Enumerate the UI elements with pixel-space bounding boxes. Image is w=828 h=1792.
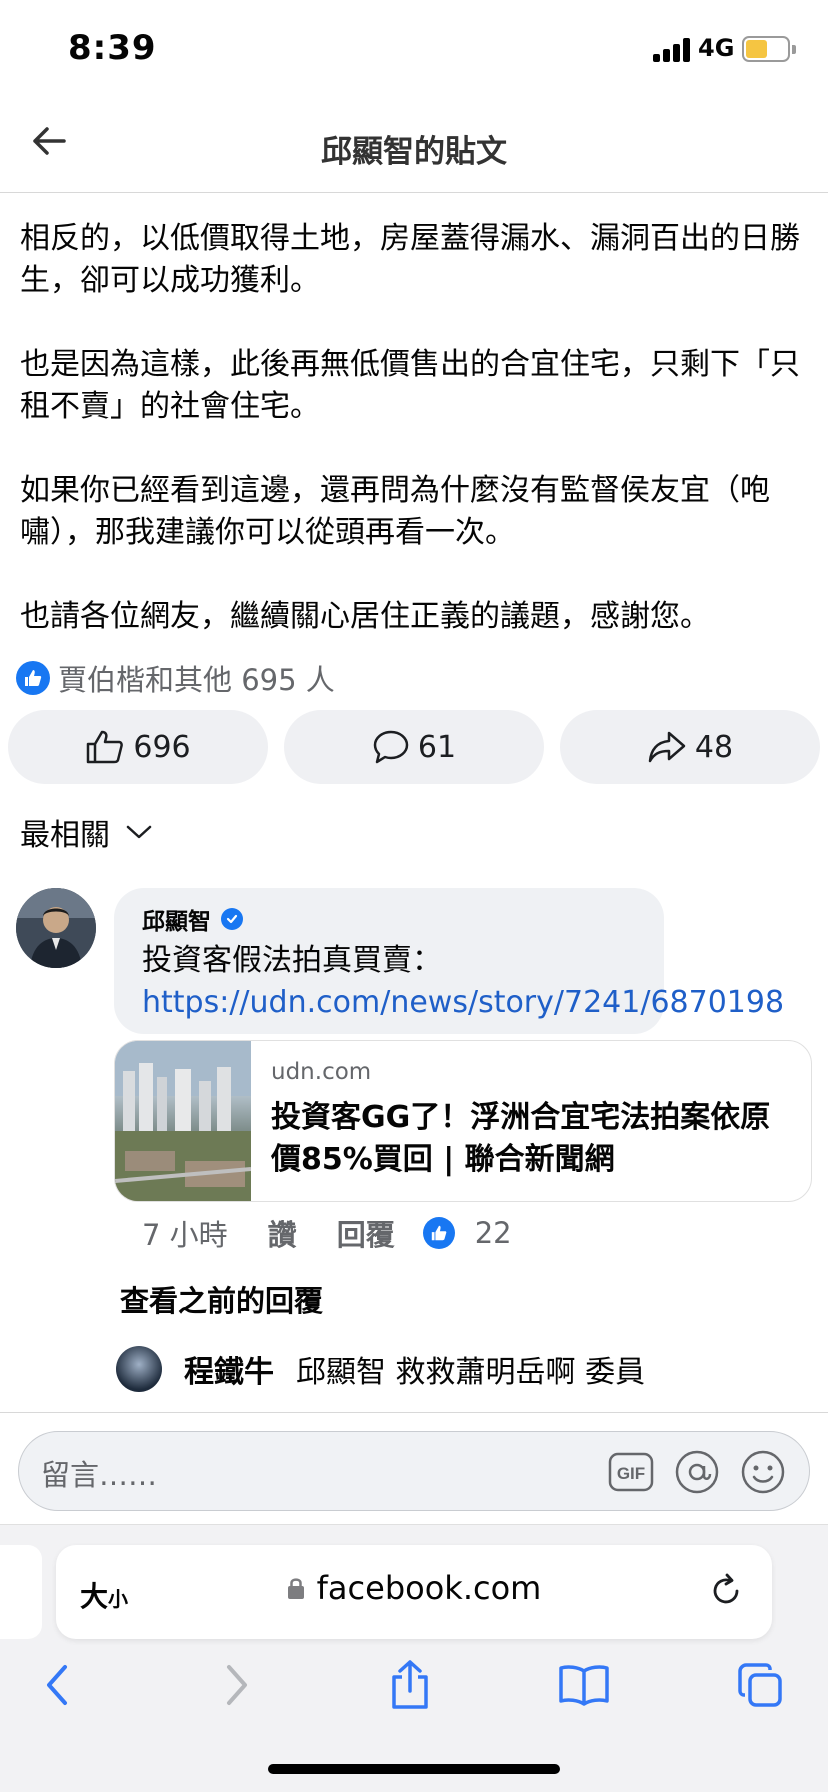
comment-reaction-count[interactable]: 22 (475, 1216, 512, 1250)
battery-fill (746, 40, 768, 58)
post-paragraph: 也請各位網友，繼續關心居住正義的議題，感謝您。 (20, 599, 710, 634)
reply-author[interactable]: 程鐵牛 (184, 1347, 274, 1391)
status-time: 8:39 (68, 28, 157, 68)
like-count: 696 (133, 729, 191, 765)
link-title: 投資客GG了！浮洲合宜宅法拍案依原價85%買回 | 聯合新聞網 (271, 1100, 771, 1177)
tabs-button[interactable] (730, 1655, 790, 1715)
comment-input-placeholder: 留言…… (41, 1458, 158, 1492)
link-thumbnail (115, 1041, 252, 1201)
reply-preview[interactable]: 程鐵牛 邱顯智 救救蕭明岳啊 委員 (116, 1346, 645, 1392)
share-button[interactable]: 48 (560, 710, 820, 784)
svg-text:GIF: GIF (617, 1464, 645, 1483)
verified-badge-icon (221, 908, 243, 930)
chevron-right-icon (227, 1665, 247, 1705)
view-previous-replies[interactable]: 查看之前的回覆 (120, 1278, 323, 1320)
comment-input[interactable]: 留言…… GIF (18, 1431, 810, 1511)
comment-button[interactable]: 61 (284, 710, 544, 784)
comment-meta: 7 小時 讚 回覆 22 (142, 1212, 512, 1254)
reply-avatar[interactable] (116, 1346, 162, 1392)
like-reaction-icon (422, 1217, 455, 1249)
sort-dropdown[interactable]: 最相關 (20, 810, 152, 854)
reactions-text: 賈伯楷和其他 695 人 (58, 663, 335, 697)
browser-forward-button[interactable] (206, 1655, 266, 1715)
link-domain: udn.com (271, 1059, 372, 1085)
comment-link[interactable]: https://udn.com/news/story/7241/6870198 (142, 985, 784, 1020)
home-indicator[interactable] (268, 1764, 560, 1774)
post-paragraph: 相反的，以低價取得土地，房屋蓋得漏水、漏洞百出的日勝生，卻可以成功獲利。 (20, 221, 800, 298)
book-icon (559, 1665, 609, 1706)
signal-icon (653, 38, 693, 62)
comment-text: 投資客假法拍真買賣： https://udn.com/news/story/724… (142, 940, 784, 1024)
comment-bubble: 邱顯智 投資客假法拍真買賣： https://udn.com/news/story… (114, 888, 784, 1034)
comment-author[interactable]: 邱顯智 (142, 902, 636, 936)
comment-like-button[interactable]: 讚 (268, 1212, 297, 1254)
gif-icon[interactable]: GIF (607, 1448, 655, 1496)
avatar[interactable] (16, 888, 96, 968)
post-paragraph: 也是因為這樣，此後再無低價售出的合宜住宅，只剩下「只租不賣」的社會住宅。 (20, 347, 800, 424)
share-sheet-button[interactable] (380, 1655, 440, 1715)
reactions-summary[interactable]: 賈伯楷和其他 695 人 (16, 658, 335, 698)
link-preview-card[interactable]: udn.com 投資客GG了！浮洲合宜宅法拍案依原價85%買回 | 聯合新聞網 (114, 1040, 812, 1202)
comment-count: 61 (417, 729, 457, 765)
comment-input-bar: 留言…… GIF (0, 1412, 828, 1524)
like-reaction-icon (16, 661, 50, 695)
tabs-icon (738, 1663, 782, 1707)
lock-icon (287, 1578, 304, 1599)
post-paragraph: 如果你已經看到這邊，還再問為什麼沒有監督侯友宜（咆嘯），那我建議你可以從頭再看一… (20, 473, 770, 550)
bookmarks-button[interactable] (554, 1655, 614, 1715)
chevron-down-icon (126, 825, 152, 839)
comment-author-name: 邱顯智 (142, 909, 211, 935)
url-text: facebook.com (316, 1569, 542, 1607)
comment-icon (373, 730, 409, 764)
thumbs-up-icon (87, 730, 124, 764)
comment-time: 7 小時 (142, 1218, 228, 1252)
page-title: 邱顯智的貼文 (321, 134, 507, 170)
status-bar: 8:39 4G (0, 0, 828, 100)
post-body: 相反的，以低價取得土地，房屋蓋得漏水、漏洞百出的日勝生，卻可以成功獲利。 也是因… (20, 218, 810, 638)
reload-button[interactable] (704, 1569, 748, 1613)
sort-label: 最相關 (20, 818, 110, 853)
emoji-icon[interactable] (739, 1448, 787, 1496)
previous-tab-peek[interactable] (0, 1545, 42, 1639)
share-icon (648, 731, 686, 763)
reply-text: 邱顯智 救救蕭明岳啊 委員 (296, 1355, 646, 1390)
share-icon (392, 1660, 428, 1709)
battery-icon (742, 36, 796, 62)
browser-back-button[interactable] (28, 1655, 88, 1715)
comment-reply-button[interactable]: 回覆 (337, 1212, 395, 1254)
url-display: facebook.com (56, 1569, 772, 1607)
share-count: 48 (694, 729, 734, 765)
comment-text-prefix: 投資客假法拍真買賣： (142, 943, 442, 978)
address-bar[interactable]: 大小 facebook.com (56, 1545, 772, 1639)
post-header: 邱顯智的貼文 (0, 100, 828, 193)
browser-toolbar: 大小 facebook.com (0, 1524, 828, 1792)
mention-icon[interactable] (673, 1448, 721, 1496)
reload-icon (713, 1573, 739, 1604)
network-type: 4G (698, 34, 735, 62)
like-button[interactable]: 696 (8, 710, 268, 784)
chevron-left-icon (47, 1665, 67, 1705)
